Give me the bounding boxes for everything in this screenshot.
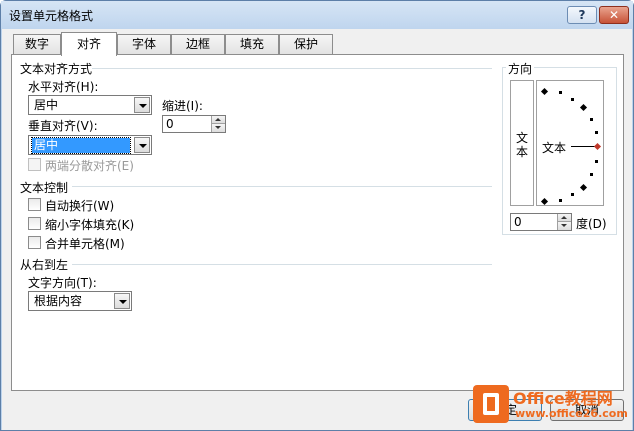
tab-protection[interactable]: 保护 (279, 34, 333, 54)
vertical-align-value: 居中 (31, 137, 131, 154)
horizontal-align-select[interactable]: 居中 (28, 95, 152, 115)
shrink-to-fit-checkbox[interactable] (28, 217, 41, 230)
vertical-align-select[interactable]: 居中 (28, 135, 152, 155)
orientation-dial[interactable]: 文本 (536, 80, 604, 206)
help-button[interactable]: ? (567, 6, 597, 24)
close-button[interactable]: ✕ (599, 6, 629, 24)
spin-down-icon[interactable] (211, 124, 225, 132)
text-direction-select[interactable]: 根据内容 (28, 291, 132, 311)
close-icon: ✕ (608, 8, 620, 22)
tab-border[interactable]: 边框 (171, 34, 225, 54)
justify-distributed-checkbox[interactable] (28, 158, 41, 171)
chevron-down-icon[interactable] (134, 97, 150, 113)
chevron-down-icon[interactable] (134, 137, 150, 153)
spin-down-icon[interactable] (557, 222, 571, 230)
tab-label: 对齐 (76, 37, 101, 51)
tab-label: 边框 (185, 37, 210, 51)
angle-marker (571, 193, 574, 196)
angle-marker (579, 183, 588, 192)
justify-distributed-label: 两端分散对齐(E) (45, 159, 134, 173)
degree-value: 0 (514, 215, 522, 229)
tab-label: 字体 (131, 37, 156, 51)
merge-cells-label: 合并单元格(M) (45, 237, 125, 251)
tab-label: 保护 (293, 37, 318, 51)
angle-marker (559, 199, 562, 202)
angle-marker (579, 103, 588, 112)
angle-marker-90 (540, 87, 549, 96)
text-direction-label: 文字方向(T): (28, 276, 97, 290)
angle-marker (590, 173, 593, 176)
section-title-alignment: 文本对齐方式 (20, 60, 93, 77)
horizontal-align-value: 居中 (34, 98, 59, 112)
office-logo-mark (483, 393, 499, 415)
degree-stepper[interactable]: 0 (510, 213, 572, 231)
tab-font[interactable]: 字体 (117, 34, 171, 54)
tab-fill[interactable]: 填充 (225, 34, 279, 54)
tab-label: 数字 (24, 37, 49, 51)
indent-label: 缩进(I): (162, 99, 203, 113)
office-logo-icon (473, 385, 509, 423)
angle-marker-minus-90 (540, 197, 549, 206)
section-title-text-control: 文本控制 (20, 179, 69, 196)
angle-marker (595, 131, 598, 134)
tab-number[interactable]: 数字 (13, 34, 61, 54)
angle-marker (559, 91, 562, 94)
help-icon: ? (578, 8, 586, 22)
wrap-text-checkbox[interactable] (28, 198, 41, 211)
spin-up-icon[interactable] (211, 116, 225, 124)
horizontal-align-label: 水平对齐(H): (28, 80, 99, 94)
horizontal-text-sample: 文本 (542, 141, 567, 155)
section-title-rtl: 从右到左 (20, 256, 69, 273)
chevron-down-icon[interactable] (114, 293, 130, 309)
vertical-text-button[interactable]: 文本 (510, 80, 534, 206)
title-bar[interactable]: 设置单元格格式 ? ✕ (1, 1, 633, 29)
orientation-indicator-icon[interactable] (593, 142, 602, 151)
indent-value: 0 (166, 117, 174, 131)
tab-label: 填充 (239, 37, 264, 51)
section-divider (72, 186, 492, 187)
watermark-url: www.office26.com (515, 407, 628, 420)
section-divider (72, 264, 492, 265)
vertical-text-sample: 文本 (516, 131, 529, 159)
tab-alignment[interactable]: 对齐 (61, 32, 117, 56)
alignment-panel: 文本对齐方式 水平对齐(H): 居中 缩进(I): 0 垂直对齐(V): 居中 … (11, 54, 624, 391)
section-title-orientation: 方向 (506, 60, 535, 77)
watermark-brand: Office教程网 (513, 389, 613, 408)
angle-marker (571, 98, 574, 101)
shrink-to-fit-label: 缩小字体填充(K) (45, 218, 135, 232)
spin-up-icon[interactable] (557, 214, 571, 222)
text-direction-value: 根据内容 (34, 294, 83, 308)
angle-marker (590, 118, 593, 121)
wrap-text-label: 自动换行(W) (45, 199, 115, 213)
watermark: Office教程网 www.office26.com (469, 381, 634, 429)
vertical-align-label: 垂直对齐(V): (28, 119, 98, 133)
degree-label: 度(D) (576, 217, 607, 231)
section-divider (84, 68, 492, 69)
indent-stepper[interactable]: 0 (162, 115, 226, 133)
dialog-window: 设置单元格格式 ? ✕ 数字 对齐 字体 边框 填充 保护 文本对齐方式 水平对… (0, 0, 634, 431)
merge-cells-checkbox[interactable] (28, 236, 41, 249)
dialog-title: 设置单元格格式 (9, 9, 94, 23)
angle-marker (595, 160, 598, 163)
